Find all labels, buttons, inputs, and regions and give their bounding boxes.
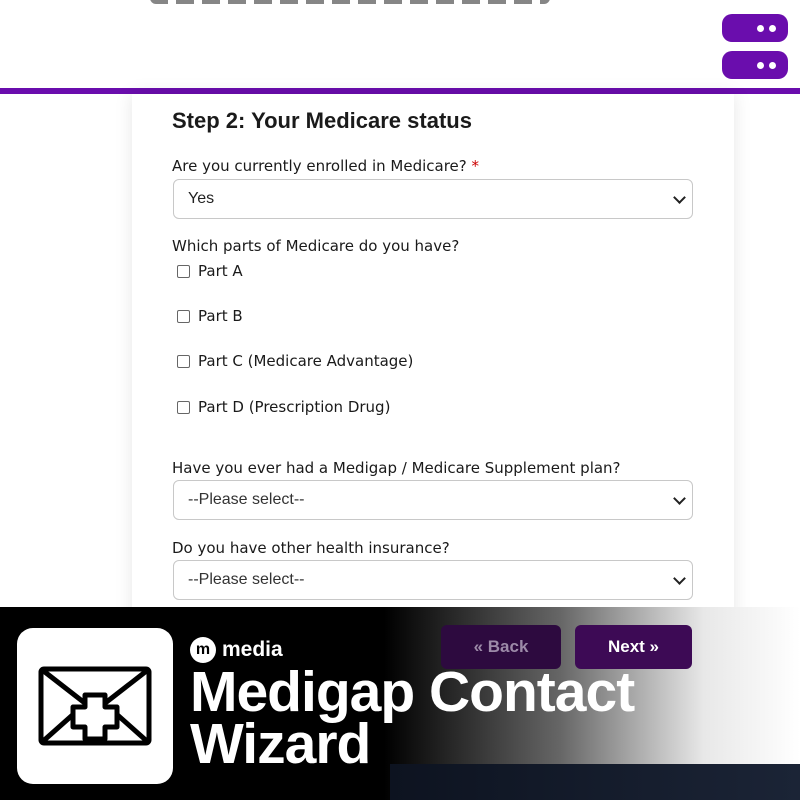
- dot-icon: [769, 24, 776, 32]
- other-insurance-select[interactable]: --Please select--: [173, 560, 693, 600]
- banner-title-line2: Wizard: [190, 712, 371, 776]
- part-a-option[interactable]: Part A: [177, 262, 243, 280]
- chevron-down-icon: [673, 492, 686, 505]
- part-b-option[interactable]: Part B: [177, 307, 243, 325]
- enrolled-select[interactable]: Yes: [173, 179, 693, 219]
- medigap-question-label: Have you ever had a Medigap / Medicare S…: [172, 459, 621, 477]
- envelope-medical-cross-icon: [38, 666, 152, 746]
- part-d-checkbox[interactable]: [177, 400, 190, 414]
- header-clipped-text: [150, 0, 550, 4]
- menu-toggle-button[interactable]: [722, 14, 788, 42]
- part-c-option[interactable]: Part C (Medicare Advantage): [177, 352, 413, 370]
- required-mark: *: [471, 157, 480, 175]
- dot-icon: [769, 61, 776, 69]
- part-a-checkbox[interactable]: [177, 264, 190, 278]
- part-a-label: Part A: [198, 262, 243, 280]
- brand-name: media: [222, 638, 283, 661]
- medigap-select-value: --Please select--: [188, 491, 305, 508]
- part-c-checkbox[interactable]: [177, 354, 190, 368]
- chevron-down-icon: [673, 572, 686, 585]
- menu-toggle-button[interactable]: [722, 51, 788, 79]
- part-b-label: Part B: [198, 307, 243, 325]
- chevron-down-icon: [673, 191, 686, 204]
- dot-icon: [757, 24, 764, 32]
- part-c-label: Part C (Medicare Advantage): [198, 352, 414, 370]
- step-title: Step 2: Your Medicare status: [172, 108, 472, 133]
- enrolled-question-label: Are you currently enrolled in Medicare? …: [172, 157, 479, 175]
- enrolled-question-text: Are you currently enrolled in Medicare?: [172, 157, 467, 175]
- other-insurance-question-label: Do you have other health insurance?: [172, 539, 450, 557]
- part-b-checkbox[interactable]: [177, 309, 190, 323]
- banner-title: Medigap Contact Wizard: [190, 660, 635, 776]
- other-insurance-select-value: --Please select--: [188, 571, 305, 588]
- medigap-select[interactable]: --Please select--: [173, 480, 693, 520]
- app-icon: [17, 628, 173, 784]
- banner-title-line1: Medigap Contact: [190, 660, 635, 724]
- part-d-option[interactable]: Part D (Prescription Drug): [177, 398, 390, 416]
- parts-question-label: Which parts of Medicare do you have?: [172, 237, 460, 255]
- part-d-label: Part D (Prescription Drug): [198, 398, 391, 416]
- site-header: [0, 0, 800, 94]
- enrolled-select-value: Yes: [188, 190, 215, 207]
- dot-icon: [757, 61, 764, 69]
